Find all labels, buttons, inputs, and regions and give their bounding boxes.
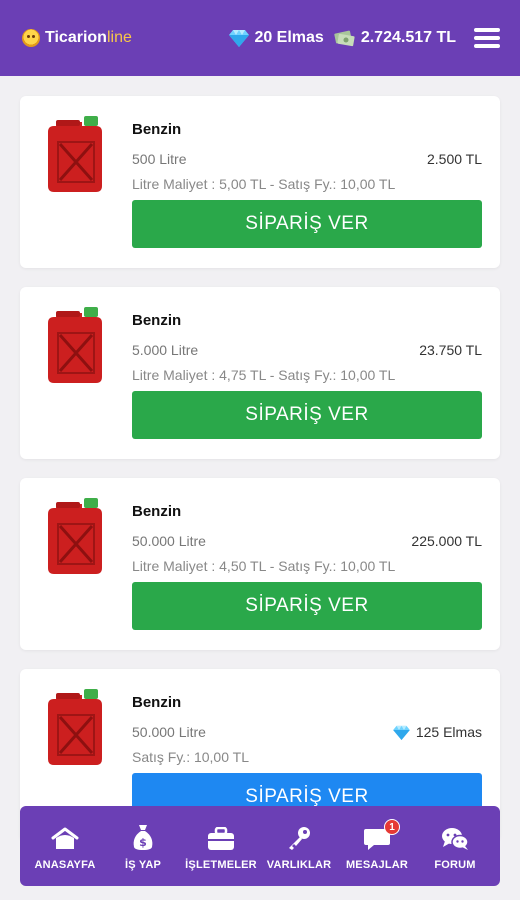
briefcase-icon: [207, 821, 235, 851]
price-value: 2.500 TL: [426, 151, 482, 167]
product-price: 2.500 TL: [427, 151, 482, 167]
product-quantity: 50.000 Litre: [132, 724, 206, 740]
product-quantity: 5.000 Litre: [132, 342, 199, 358]
nav-item-messages[interactable]: 1 MESAJLAR: [338, 811, 416, 881]
nav-label: ANASAYFA: [34, 859, 96, 871]
fuel-can-icon: [48, 307, 102, 383]
product-card: Benzin 500 Litre 2.500 TL Litre Maliyet …: [20, 96, 500, 268]
brand[interactable]: Ticarionline: [22, 29, 132, 47]
nav-label: MESAJLAR: [345, 859, 409, 871]
unread-badge: 1: [384, 819, 400, 835]
product-list: Benzin 500 Litre 2.500 TL Litre Maliyet …: [20, 96, 500, 860]
price-value: 225.000 TL: [411, 533, 482, 549]
nav-item-assets[interactable]: VARLIKLAR: [260, 811, 338, 881]
price-value: 125 Elmas: [415, 724, 482, 740]
product-title: Benzin: [132, 694, 182, 711]
money-amount: 2.724.517 TL: [360, 29, 456, 46]
diamond-count: 20 Elmas: [254, 29, 324, 46]
fuel-can-icon: [48, 116, 102, 192]
nav-label: İŞ YAP: [124, 859, 162, 871]
product-info: Litre Maliyet : 5,00 TL - Satış Fy.: 10,…: [132, 176, 396, 192]
product-price: 125 Elmas: [393, 724, 482, 740]
nav-item-businesses[interactable]: İŞLETMELER: [182, 811, 260, 881]
nav-item-home[interactable]: ANASAYFA: [26, 811, 104, 881]
product-quantity: 50.000 Litre: [132, 533, 206, 549]
product-title: Benzin: [132, 312, 182, 329]
menu-icon[interactable]: [474, 28, 500, 48]
bottom-nav: ANASAYFA $ İŞ YAP İŞLETMELER VARLIKLAR 1…: [20, 806, 500, 886]
gem-icon: [393, 725, 410, 740]
top-header: Ticarionline 20 Elmas 2.724.517 TL: [0, 0, 520, 76]
product-title: Benzin: [132, 503, 182, 520]
fuel-can-icon: [48, 689, 102, 765]
money-balance[interactable]: 2.724.517 TL: [334, 28, 456, 48]
diamond-balance[interactable]: 20 Elmas: [229, 29, 324, 47]
key-icon: [286, 821, 312, 851]
product-price: 23.750 TL: [419, 342, 482, 358]
product-quantity: 500 Litre: [132, 151, 187, 167]
order-button[interactable]: SİPARİŞ VER: [132, 582, 482, 630]
order-button[interactable]: SİPARİŞ VER: [132, 391, 482, 439]
product-card: Benzin 5.000 Litre 23.750 TL Litre Maliy…: [20, 287, 500, 459]
gem-icon: [229, 29, 250, 47]
product-card: Benzin 50.000 Litre 225.000 TL Litre Mal…: [20, 478, 500, 650]
forum-icon: [441, 821, 469, 851]
product-price: 225.000 TL: [411, 533, 482, 549]
product-info: Satış Fy.: 10,00 TL: [132, 749, 249, 765]
nav-item-work[interactable]: $ İŞ YAP: [104, 811, 182, 881]
svg-text:$: $: [139, 836, 147, 849]
nav-item-forum[interactable]: FORUM: [416, 811, 494, 881]
product-title: Benzin: [132, 121, 182, 138]
product-info: Litre Maliyet : 4,50 TL - Satış Fy.: 10,…: [132, 558, 396, 574]
order-button[interactable]: SİPARİŞ VER: [132, 200, 482, 248]
money-icon: [334, 28, 356, 48]
brand-accent: line: [106, 29, 132, 46]
nav-label: İŞLETMELER: [185, 859, 257, 871]
price-value: 23.750 TL: [419, 342, 482, 358]
nav-label: VARLIKLAR: [266, 859, 332, 871]
brand-logo-icon: [22, 29, 40, 47]
product-info: Litre Maliyet : 4,75 TL - Satış Fy.: 10,…: [132, 367, 396, 383]
fuel-can-icon: [48, 498, 102, 574]
brand-name: Ticarion: [45, 29, 107, 46]
home-icon: [51, 821, 79, 851]
nav-label: FORUM: [434, 859, 476, 871]
money-bag-icon: $: [132, 821, 154, 851]
